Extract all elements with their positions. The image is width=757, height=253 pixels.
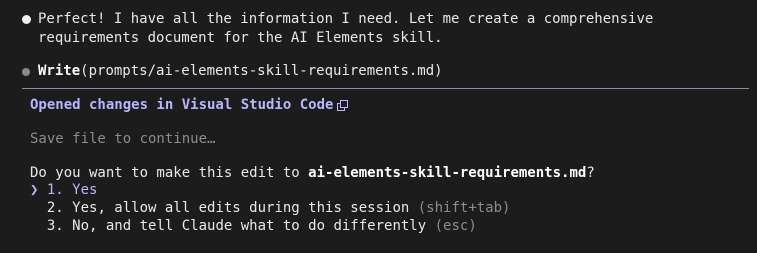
panel-title-row: Opened changes in Visual Studio Code (30, 96, 349, 114)
tool-call-name: Write (38, 63, 81, 79)
option-yes[interactable]: ❯ 1. Yes (30, 181, 97, 199)
assistant-message-line-2: requirements document for the AI Element… (38, 30, 443, 46)
option-number: 1. (46, 182, 64, 198)
panel-title: Opened changes in Visual Studio Code (30, 97, 334, 113)
option-no-tell-claude[interactable]: 3. No, and tell Claude what to do differ… (30, 217, 477, 235)
option-shortcut-hint: (shift+tab) (417, 200, 511, 216)
assistant-message-line-1: Perfect! I have all the information I ne… (38, 11, 654, 27)
option-label: Yes, allow all edits during this session (72, 200, 410, 216)
copy-icon[interactable] (337, 100, 349, 111)
option-number: 2. (46, 200, 64, 216)
terminal-window: Perfect! I have all the information I ne… (0, 0, 757, 253)
tool-call: Write(prompts/ai-elements-skill-requirem… (38, 62, 443, 80)
question-suffix: ? (586, 165, 595, 181)
question-prefix: Do you want to make this edit to (30, 165, 309, 181)
option-number: 3. (46, 218, 64, 234)
option-shortcut-hint: (esc) (434, 218, 477, 234)
option-label: No, and tell Claude what to do different… (72, 218, 427, 234)
question-filename: ai-elements-skill-requirements.md (308, 165, 587, 181)
message-bullet-icon (22, 15, 31, 24)
tool-call-bullet-icon (22, 68, 30, 76)
selection-caret-icon: ❯ (30, 182, 39, 198)
save-status: Save file to continue… (30, 131, 216, 147)
option-yes-allow-all[interactable]: 2. Yes, allow all edits during this sess… (30, 199, 511, 217)
option-label: Yes (72, 182, 98, 198)
panel-divider (22, 88, 749, 89)
tool-call-args: (prompts/ai-elements-skill-requirements.… (80, 63, 443, 79)
edit-question: Do you want to make this edit to ai-elem… (30, 164, 595, 182)
